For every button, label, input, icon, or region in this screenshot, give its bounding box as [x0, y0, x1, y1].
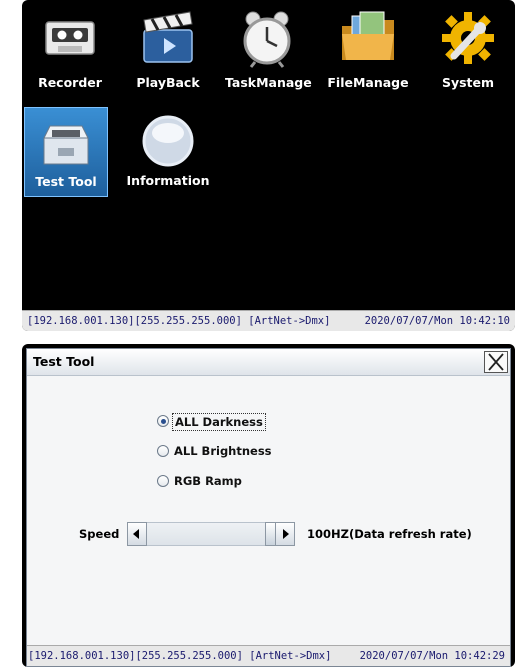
menu-label: TaskManage	[225, 75, 312, 90]
menu-label: FileManage	[327, 75, 409, 90]
radio-dot-selected	[157, 415, 169, 427]
dialog-title: Test Tool	[33, 354, 95, 369]
alarm-clock-icon	[243, 11, 291, 68]
network-info: [192.168.001.130][255.255.255.000] [ArtN…	[27, 315, 331, 327]
radio-label: ALL Darkness	[172, 413, 266, 431]
arrow-right-icon	[283, 529, 289, 539]
test-tool-dialog: Test Tool ALL Darkness ALL Brightness RG…	[26, 348, 511, 667]
toolbox-icon	[43, 125, 89, 165]
datetime: 2020/07/07/Mon 10:42:29	[359, 650, 505, 662]
test-tool-screen: Test Tool ALL Darkness ALL Brightness RG…	[22, 344, 515, 667]
radio-dot	[157, 445, 169, 457]
speed-value: 100HZ(Data refresh rate)	[307, 527, 472, 541]
close-button[interactable]	[484, 351, 508, 373]
speed-label: Speed	[79, 527, 120, 541]
network-info: [192.168.001.130][255.255.255.000] [ArtN…	[28, 650, 332, 662]
speed-decrease-button[interactable]	[127, 522, 147, 546]
radio-label: ALL Brightness	[174, 444, 272, 458]
radio-dot	[157, 475, 169, 487]
arrow-left-icon	[133, 529, 139, 539]
menu-item-information[interactable]: Information	[126, 107, 210, 199]
menu-item-test-tool[interactable]: Test Tool	[24, 107, 108, 197]
clapperboard-icon	[143, 11, 193, 63]
menu-item-recorder[interactable]: Recorder	[28, 4, 112, 96]
main-menu-screen: Recorder PlayBack TaskManage FileManage …	[22, 0, 515, 331]
menu-item-system[interactable]: System	[426, 4, 510, 96]
menu-label: Recorder	[38, 75, 102, 90]
menu-item-playback[interactable]: PlayBack	[126, 4, 210, 96]
menu-label: Test Tool	[35, 174, 97, 189]
menu-item-filemanage[interactable]: FileManage	[326, 4, 410, 96]
menu-label: PlayBack	[136, 75, 200, 90]
menu-label: Information	[126, 173, 210, 188]
datetime: 2020/07/07/Mon 10:42:10	[364, 315, 510, 327]
dialog-titlebar: Test Tool	[27, 349, 510, 376]
cassette-icon	[45, 21, 95, 55]
info-orb-icon	[142, 115, 194, 167]
status-bar: [192.168.001.130][255.255.255.000] [ArtN…	[27, 645, 510, 666]
folder-icon	[342, 11, 394, 60]
radio-label: RGB Ramp	[174, 474, 242, 488]
close-icon	[488, 353, 504, 371]
status-bar: [192.168.001.130][255.255.255.000] [ArtN…	[22, 310, 515, 331]
menu-item-taskmanage[interactable]: TaskManage	[225, 4, 312, 96]
menu-label: System	[441, 75, 495, 90]
gear-wrench-icon	[442, 12, 494, 64]
speed-increase-button[interactable]	[275, 522, 295, 546]
